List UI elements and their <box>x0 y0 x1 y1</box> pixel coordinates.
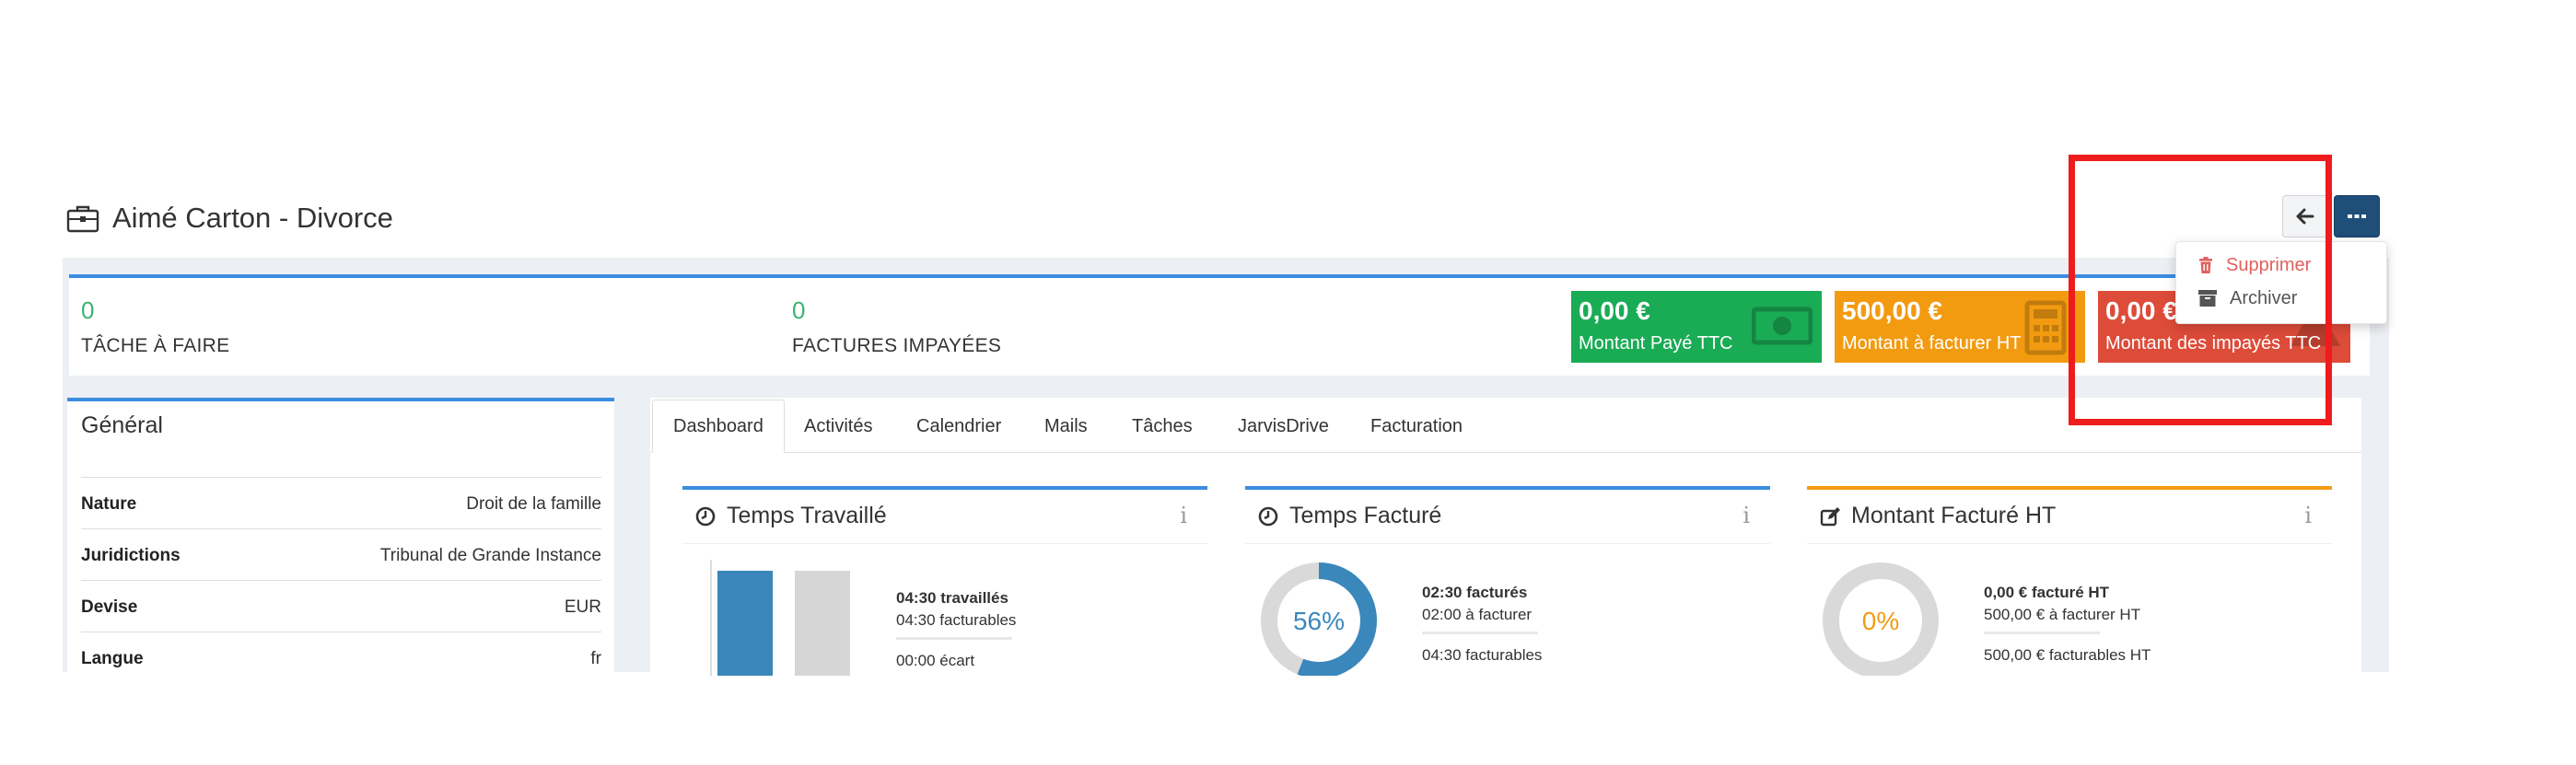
gap-line: 00:00 écart <box>896 652 975 669</box>
to-bill-amount: 500,00 € <box>1842 296 1942 325</box>
ellipsis-icon <box>2348 214 2366 218</box>
amount-percent: 0% <box>1862 607 1899 635</box>
billed-donut: 56% <box>1261 562 1377 676</box>
separator <box>896 637 1012 640</box>
tasks-label: TÂCHE À FAIRE <box>81 335 230 356</box>
page-title: Aimé Carton - Divorce <box>66 195 393 241</box>
paid-amount: 0,00 € <box>1579 296 1650 325</box>
edit-icon <box>1820 507 1840 527</box>
to-bill-line: 02:00 à facturer <box>1422 606 1533 623</box>
delete-menu-item[interactable]: Supprimer <box>2198 251 2311 279</box>
billable-line: 04:30 facturables <box>896 611 1017 629</box>
row-key: Juridictions <box>81 546 181 565</box>
billed-ht-line: 0,00 € facturé HT <box>1984 584 2110 601</box>
row-value: fr <box>590 649 601 668</box>
billed-amount-widget: Montant Facturé HT i 0% 0,00 € facturé H… <box>1807 486 2332 676</box>
general-row-langue: Langue fr <box>81 632 601 673</box>
general-title: Général <box>81 412 163 438</box>
briefcase-icon <box>66 205 99 233</box>
archive-icon <box>2198 290 2217 307</box>
tile-to-bill-amount: 500,00 € Montant à facturer HT <box>1835 291 2085 363</box>
row-value: EUR <box>564 597 601 617</box>
unpaid-label: Montant des impayés TTC <box>2105 333 2322 354</box>
billed-percent: 56% <box>1293 607 1345 635</box>
tab-calendrier[interactable]: Calendrier <box>916 400 1001 453</box>
unpaid-amount: 0,00 € <box>2105 296 2177 325</box>
billable-line: 04:30 facturables <box>1422 646 1543 664</box>
widget-header: Temps Travaillé i <box>682 490 1207 544</box>
money-icon <box>1752 307 1813 345</box>
paid-label: Montant Payé TTC <box>1579 333 1733 354</box>
unpaid-invoices-label: FACTURES IMPAYÉES <box>792 335 1002 356</box>
info-icon[interactable]: i <box>1743 503 1750 528</box>
worked-line: 04:30 travaillés <box>896 589 1008 607</box>
widget-title: Temps Facturé <box>1289 503 1442 528</box>
billed-time-widget: Temps Facturé i 56% 02:30 facturés 02:00… <box>1245 486 1770 676</box>
back-button[interactable] <box>2282 195 2328 238</box>
general-row-juridictions: Juridictions Tribunal de Grande Instance <box>81 528 601 580</box>
to-bill-ht-line: 500,00 € à facturer HT <box>1984 606 2141 623</box>
tab-facturation[interactable]: Facturation <box>1370 400 1463 453</box>
widget-header: Montant Facturé HT i <box>1807 490 2332 544</box>
tab-taches[interactable]: Tâches <box>1132 400 1193 453</box>
general-row-nature: Nature Droit de la famille <box>81 477 601 528</box>
tab-activites[interactable]: Activités <box>804 400 872 453</box>
row-value: Tribunal de Grande Instance <box>379 546 601 565</box>
delete-label: Supprimer <box>2226 254 2312 275</box>
arrow-left-icon <box>2296 208 2314 225</box>
archive-label: Archiver <box>2230 287 2298 308</box>
more-actions-button[interactable] <box>2334 195 2380 238</box>
row-key: Devise <box>81 597 138 617</box>
unpaid-invoices-count: 0 <box>792 296 806 324</box>
tab-mails[interactable]: Mails <box>1044 400 1088 453</box>
tab-dashboard[interactable]: Dashboard <box>652 400 785 453</box>
row-value: Droit de la famille <box>466 494 601 514</box>
tab-jarvisdrive[interactable]: JarvisDrive <box>1238 400 1329 453</box>
billable-bar <box>795 571 850 676</box>
separator <box>1422 632 1538 634</box>
row-key: Nature <box>81 494 137 514</box>
clock-icon <box>1258 506 1278 527</box>
worked-time-widget: Temps Travaillé i 04:30 travaillés 04:30… <box>682 486 1207 676</box>
billable-ht-line: 500,00 € facturables HT <box>1984 646 2151 664</box>
info-icon[interactable]: i <box>2304 503 2312 528</box>
general-row-devise: Devise EUR <box>81 580 601 632</box>
widget-header: Temps Facturé i <box>1245 490 1770 544</box>
archive-menu-item[interactable]: Archiver <box>2198 284 2297 312</box>
amount-donut: 0% <box>1823 562 1939 676</box>
info-icon[interactable]: i <box>1180 503 1187 528</box>
widget-title: Temps Travaillé <box>727 503 887 528</box>
widget-title: Montant Facturé HT <box>1851 503 2057 528</box>
row-key: Langue <box>81 649 144 668</box>
actions-dropdown: Supprimer Archiver <box>2175 241 2387 324</box>
to-bill-label: Montant à facturer HT <box>1842 333 2022 354</box>
tasks-count: 0 <box>81 296 95 324</box>
calculator-icon <box>2024 300 2067 355</box>
clock-icon <box>695 506 716 527</box>
case-title: Aimé Carton - Divorce <box>112 202 393 234</box>
billed-line: 02:30 facturés <box>1422 584 1528 601</box>
tab-bar <box>650 398 2361 453</box>
trash-icon <box>2199 257 2212 273</box>
worked-bar <box>717 571 773 676</box>
chart-axis <box>710 560 712 676</box>
tile-paid-amount: 0,00 € Montant Payé TTC <box>1571 291 1822 363</box>
separator <box>1984 632 2100 634</box>
